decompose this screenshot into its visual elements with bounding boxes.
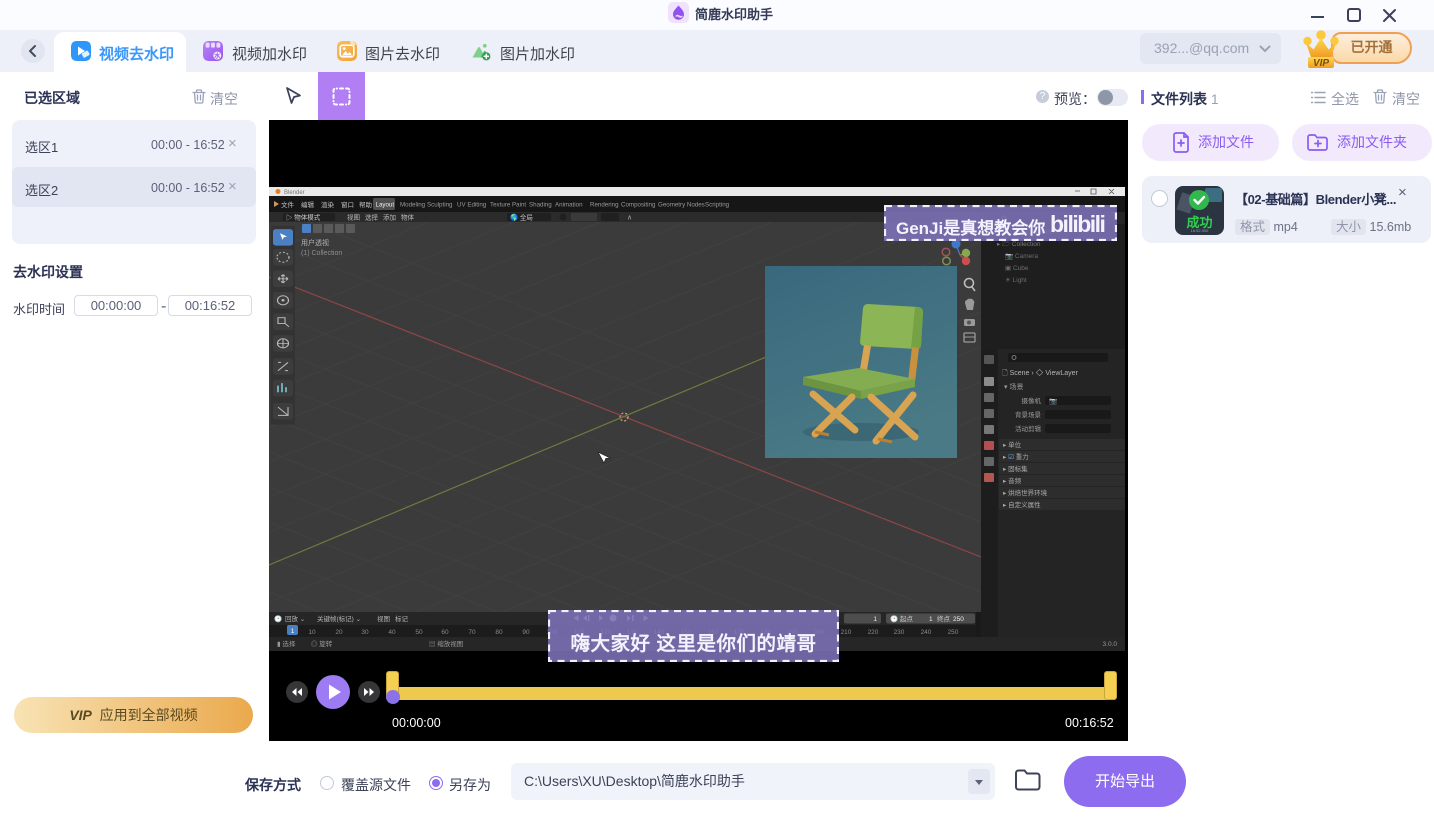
svg-text:Scripting: Scripting xyxy=(705,202,730,209)
svg-text:▾ 场景: ▾ 场景 xyxy=(1004,382,1023,391)
svg-text:🗋 Scene › ◇ ViewLayer: 🗋 Scene › ◇ ViewLayer xyxy=(1002,368,1079,377)
svg-text:▷ 物体模式: ▷ 物体模式 xyxy=(286,213,321,222)
svg-text:📷 Camera: 📷 Camera xyxy=(1005,253,1038,260)
svg-text:▸ 音频: ▸ 音频 xyxy=(1003,476,1022,485)
svg-text:220: 220 xyxy=(868,629,879,636)
svg-text:20: 20 xyxy=(335,629,343,636)
svg-text:▸ 固标集: ▸ 固标集 xyxy=(1003,464,1028,473)
svg-text:▤ 缩放视图: ▤ 缩放视图 xyxy=(429,639,463,648)
svg-text:Blender: Blender xyxy=(284,190,305,196)
svg-text:终点: 终点 xyxy=(937,614,951,623)
svg-text:编辑: 编辑 xyxy=(301,200,315,209)
svg-text:Animation: Animation xyxy=(555,202,583,209)
svg-text:210: 210 xyxy=(841,629,852,636)
svg-text:文件: 文件 xyxy=(281,200,295,209)
svg-text:摄像机: 摄像机 xyxy=(1022,396,1042,405)
svg-text:标记: 标记 xyxy=(395,614,409,623)
svg-text:📷: 📷 xyxy=(1049,398,1057,405)
svg-text:10: 10 xyxy=(308,629,316,636)
svg-text:UV Editing: UV Editing xyxy=(457,202,487,209)
svg-text:背景场景: 背景场景 xyxy=(1015,410,1042,419)
svg-text:VIP: VIP xyxy=(1313,58,1329,69)
svg-text:Texture Paint: Texture Paint xyxy=(490,202,526,209)
svg-text:🕑: 🕑 xyxy=(274,615,282,623)
svg-text:🌎 全局: 🌎 全局 xyxy=(510,213,533,222)
svg-text:50: 50 xyxy=(415,629,423,636)
svg-text:∧: ∧ xyxy=(627,215,632,222)
svg-text:Rendering: Rendering xyxy=(590,202,619,209)
svg-text:用户透视: 用户透视 xyxy=(301,238,329,247)
svg-text:30: 30 xyxy=(361,629,369,636)
svg-text:1: 1 xyxy=(291,628,295,635)
svg-text:窗口: 窗口 xyxy=(341,200,354,209)
svg-text:80: 80 xyxy=(495,629,503,636)
svg-text:活动剪辑: 活动剪辑 xyxy=(1015,424,1042,433)
svg-text:🕑: 🕑 xyxy=(890,615,898,623)
svg-text:▸ 自定义属性: ▸ 自定义属性 xyxy=(1003,500,1041,509)
svg-text:250: 250 xyxy=(948,629,959,636)
svg-text:视图: 视图 xyxy=(377,614,390,623)
svg-text:视图: 视图 xyxy=(347,213,360,222)
svg-text:1: 1 xyxy=(929,616,933,623)
svg-text:70: 70 xyxy=(468,629,476,636)
svg-text:(1) Collection: (1) Collection xyxy=(301,250,342,257)
svg-text:230: 230 xyxy=(894,629,905,636)
svg-text:Compositing: Compositing xyxy=(621,202,656,209)
svg-text:90: 90 xyxy=(522,629,530,636)
svg-text:▸ 🗁 Collection: ▸ 🗁 Collection xyxy=(997,240,1041,248)
svg-text:回放 ⌄: 回放 ⌄ xyxy=(285,614,305,623)
svg-text:▸ 烘焙世界环境: ▸ 烘焙世界环境 xyxy=(1003,488,1048,497)
svg-text:起点: 起点 xyxy=(900,615,914,623)
svg-text:水: 水 xyxy=(214,52,221,60)
svg-text:◎ 旋转: ◎ 旋转 xyxy=(311,639,333,648)
svg-text:bilibili: bilibili xyxy=(1050,211,1105,237)
svg-text:帮助: 帮助 xyxy=(359,200,373,209)
svg-text:250: 250 xyxy=(953,616,964,623)
svg-text:选择: 选择 xyxy=(365,213,379,222)
svg-text:3.0.0: 3.0.0 xyxy=(1103,641,1118,648)
svg-text:60: 60 xyxy=(441,629,449,636)
svg-text:▸ ☑ 重力: ▸ ☑ 重力 xyxy=(1003,452,1029,461)
svg-text:240: 240 xyxy=(921,629,932,636)
svg-text:▮ 选择: ▮ 选择 xyxy=(277,639,296,648)
svg-text:Layout: Layout xyxy=(376,202,395,209)
svg-text:▣ Cube: ▣ Cube xyxy=(1005,265,1029,272)
svg-text:Shading: Shading xyxy=(529,202,552,209)
svg-text:1: 1 xyxy=(873,616,877,623)
svg-text:Modeling: Modeling xyxy=(400,202,426,209)
svg-text:▸ 单位: ▸ 单位 xyxy=(1003,440,1022,449)
svg-text:40: 40 xyxy=(388,629,396,636)
svg-text:渲染: 渲染 xyxy=(321,200,335,209)
svg-text:☀ Light: ☀ Light xyxy=(1005,276,1027,284)
svg-text:添加: 添加 xyxy=(383,213,396,222)
svg-text:物体: 物体 xyxy=(401,213,415,222)
svg-text:Geometry Nodes: Geometry Nodes xyxy=(658,202,705,209)
svg-text:Sculpting: Sculpting xyxy=(427,202,453,209)
svg-text:关键帧(标记) ⌄: 关键帧(标记) ⌄ xyxy=(317,614,361,623)
